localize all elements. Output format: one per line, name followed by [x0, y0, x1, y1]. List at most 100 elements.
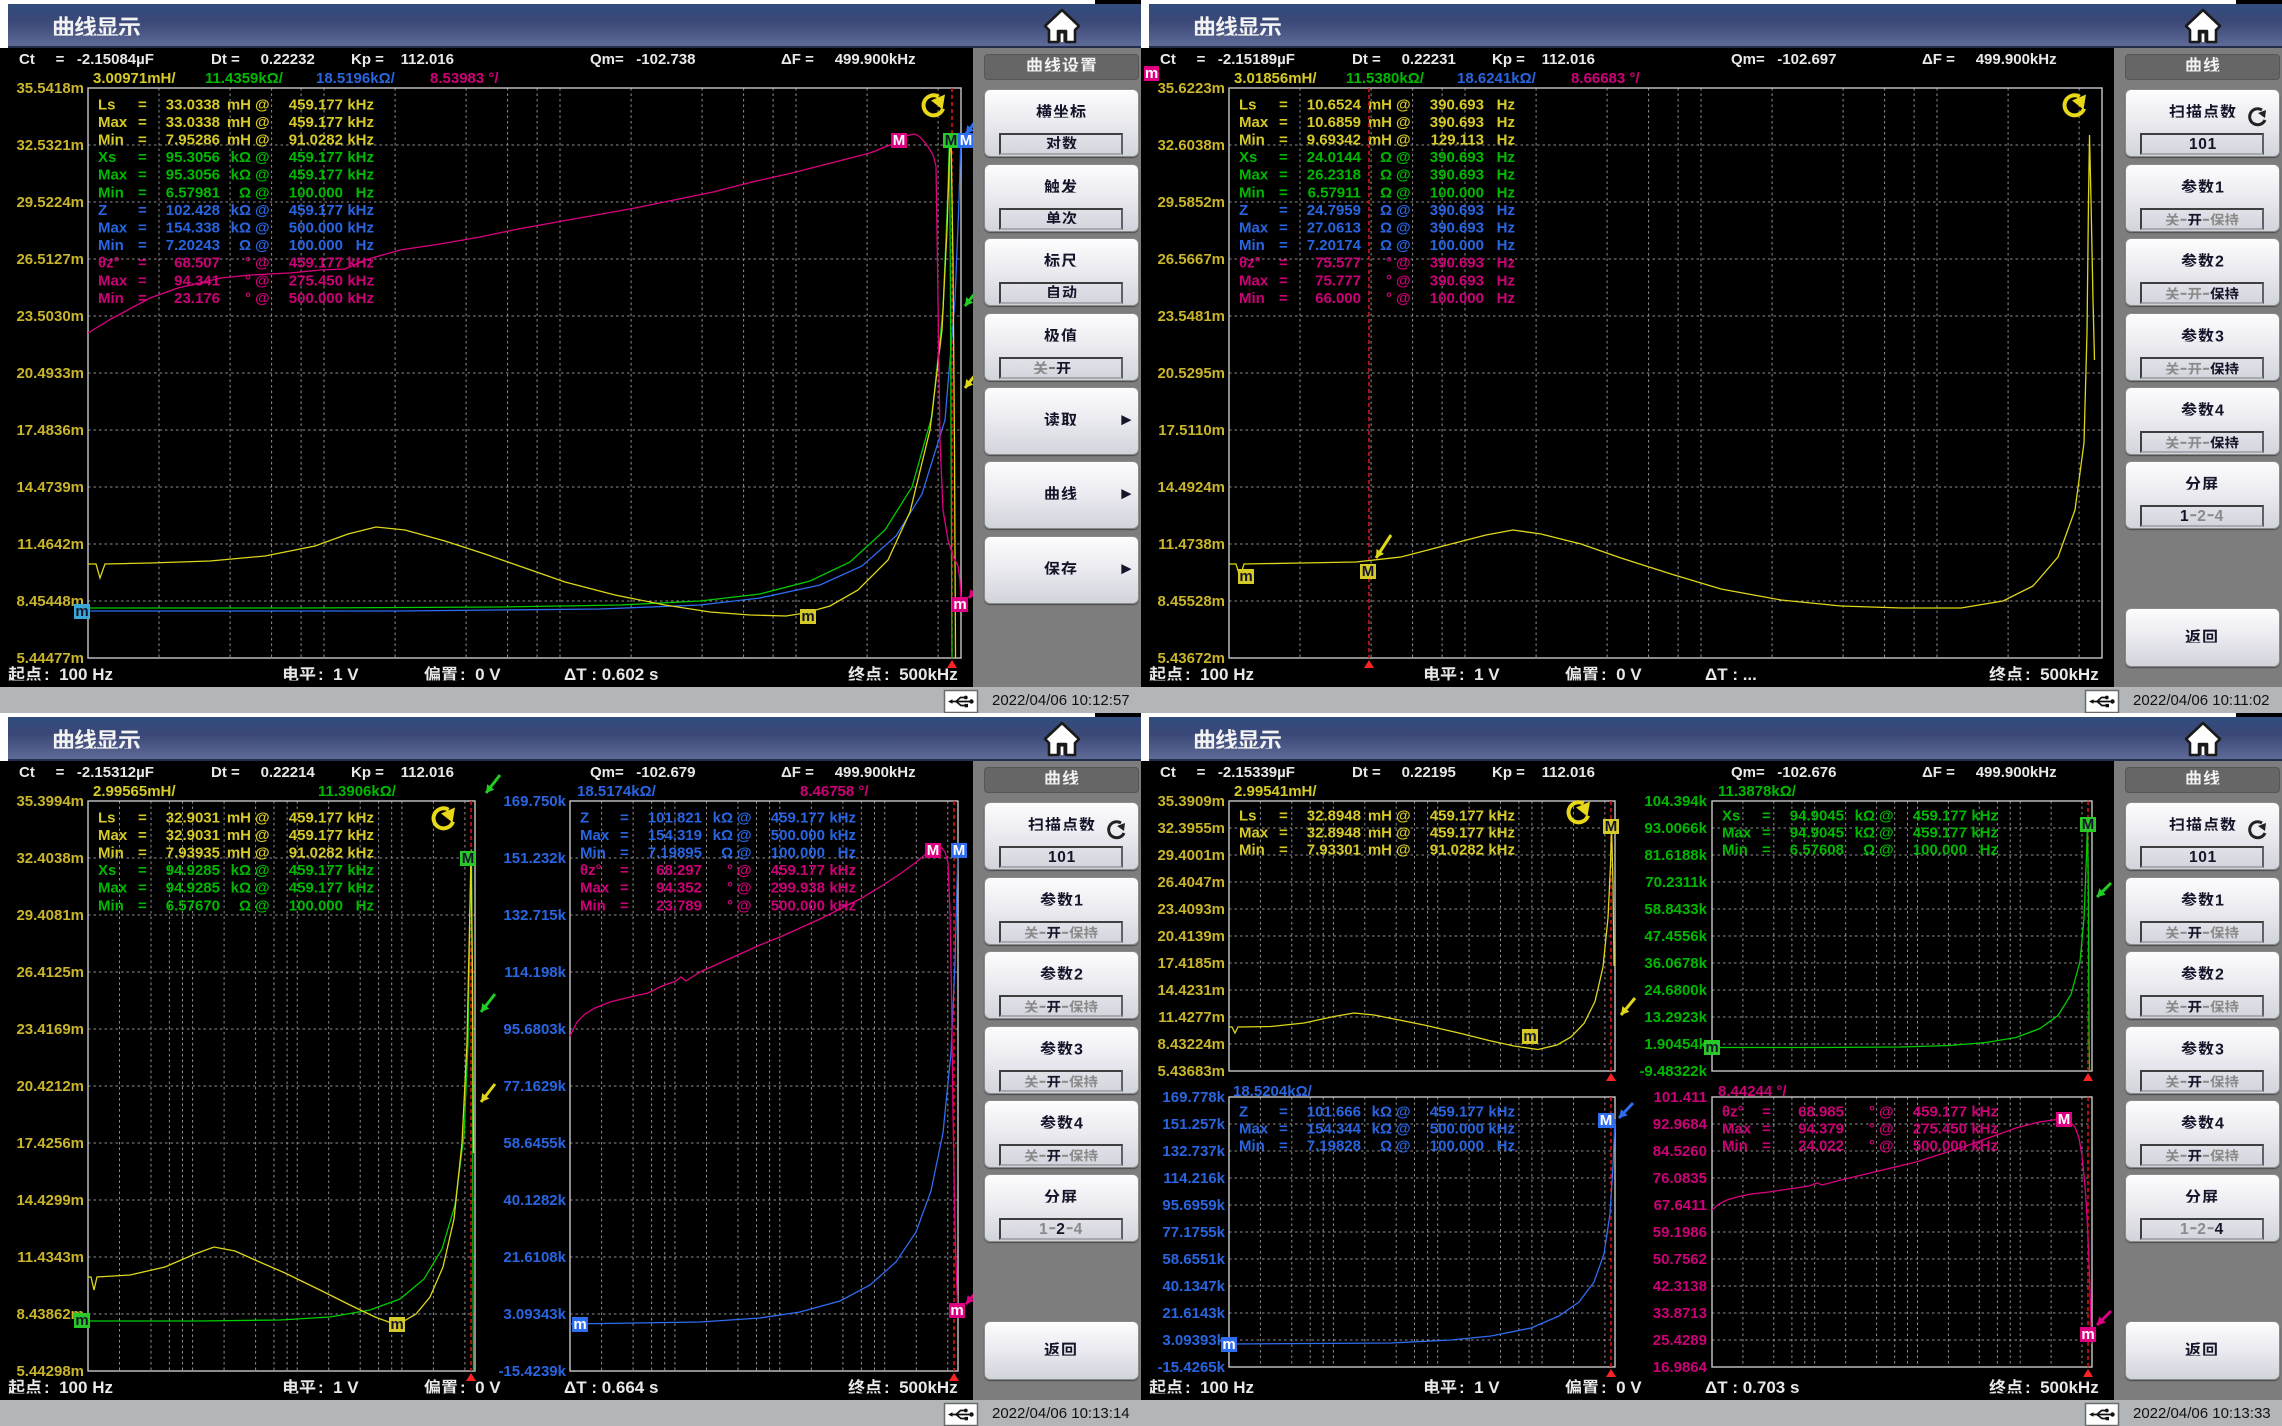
- svg-text:mH: mH: [1368, 132, 1392, 149]
- svg-text:mH: mH: [1368, 824, 1392, 841]
- svg-text:68.985: 68.985: [1798, 1103, 1844, 1120]
- svg-text:1.90454k: 1.90454k: [1644, 1036, 1707, 1053]
- svg-text:26.4125m: 26.4125m: [16, 964, 84, 981]
- svg-text:Max: Max: [1722, 824, 1752, 841]
- svg-text:Hz: Hz: [1980, 841, 1998, 858]
- svg-text:Ω: Ω: [239, 897, 251, 914]
- svg-text:151.257k: 151.257k: [1162, 1116, 1225, 1133]
- svg-text:=: =: [1279, 149, 1288, 166]
- svg-text:M: M: [1600, 1112, 1613, 1129]
- svg-text:@: @: [255, 845, 270, 862]
- svg-text:Z: Z: [580, 809, 589, 826]
- svg-text:24.022: 24.022: [1798, 1137, 1844, 1154]
- svg-text:77.1629k: 77.1629k: [503, 1078, 566, 1095]
- svg-text:154.344: 154.344: [1307, 1120, 1362, 1137]
- svg-text:@: @: [255, 96, 270, 113]
- svg-text:@: @: [1879, 807, 1894, 824]
- svg-text:26.5127m: 26.5127m: [16, 251, 84, 268]
- svg-text:=: =: [138, 149, 147, 166]
- svg-text:@: @: [255, 809, 270, 826]
- svg-text:8.43224m: 8.43224m: [1157, 1036, 1225, 1053]
- svg-text:@: @: [255, 237, 270, 254]
- svg-text:Hz: Hz: [1497, 255, 1515, 272]
- svg-text:kHz: kHz: [829, 862, 856, 879]
- svg-text:=: =: [138, 897, 147, 914]
- svg-text:Hz: Hz: [356, 237, 374, 254]
- svg-text:29.4081m: 29.4081m: [16, 907, 84, 924]
- svg-text:100.000: 100.000: [771, 845, 825, 862]
- svg-text:kHz: kHz: [347, 862, 374, 879]
- svg-text:Min: Min: [1239, 132, 1265, 149]
- svg-text:459.177: 459.177: [289, 202, 343, 219]
- svg-text:Xs: Xs: [98, 862, 116, 879]
- svg-text:@: @: [1396, 807, 1411, 824]
- svg-text:°: °: [727, 862, 733, 879]
- svg-text:27.0613: 27.0613: [1307, 220, 1361, 237]
- svg-text:m: m: [1523, 1028, 1536, 1045]
- svg-text:2: 2: [2215, 967, 2224, 984]
- svg-text:M: M: [2058, 1111, 2071, 1128]
- svg-text:kHz: kHz: [347, 202, 374, 219]
- svg-text:Hz: Hz: [1497, 237, 1515, 254]
- svg-text:2: 2: [2197, 1221, 2206, 1238]
- svg-text:@: @: [255, 132, 270, 149]
- svg-text:=: =: [138, 184, 147, 201]
- svg-text:11.4277m: 11.4277m: [1158, 1009, 1225, 1026]
- svg-text:-9.48322k: -9.48322k: [1639, 1063, 1707, 1080]
- svg-text:Max: Max: [580, 827, 610, 844]
- svg-text:Max: Max: [98, 167, 128, 184]
- svg-text:390.693: 390.693: [1430, 96, 1484, 113]
- svg-text:Max: Max: [98, 272, 128, 289]
- svg-text:°: °: [1869, 1120, 1875, 1137]
- svg-text:20.4139m: 20.4139m: [1157, 928, 1225, 945]
- svg-text:=: =: [138, 880, 147, 897]
- svg-text:@: @: [1879, 1120, 1894, 1137]
- svg-text:Ω: Ω: [1380, 237, 1392, 254]
- svg-text:Hz: Hz: [838, 845, 856, 862]
- svg-text:21.6143k: 21.6143k: [1162, 1305, 1225, 1322]
- svg-text:129.113: 129.113: [1431, 132, 1484, 149]
- svg-text:Ω: Ω: [239, 184, 251, 201]
- svg-text:=: =: [1279, 220, 1288, 237]
- svg-text:m: m: [390, 1316, 403, 1333]
- svg-text:kΩ: kΩ: [1855, 807, 1875, 824]
- svg-text:500.000: 500.000: [289, 220, 343, 237]
- svg-text:Hz: Hz: [1497, 167, 1515, 184]
- svg-text:kHz: kHz: [347, 827, 374, 844]
- svg-text:@: @: [255, 255, 270, 272]
- svg-text:mH: mH: [1368, 114, 1392, 131]
- svg-text:1: 1: [2208, 136, 2217, 153]
- svg-text:3: 3: [1074, 1042, 1083, 1059]
- svg-text:8.45528m: 8.45528m: [1157, 593, 1225, 610]
- svg-text:17.4256m: 17.4256m: [16, 1135, 84, 1152]
- svg-text:29.4001m: 29.4001m: [1157, 847, 1225, 864]
- svg-text:@: @: [1396, 202, 1411, 219]
- svg-text:1: 1: [1074, 893, 1083, 910]
- svg-text:459.177: 459.177: [289, 862, 343, 879]
- svg-text:Ls: Ls: [1239, 96, 1257, 113]
- svg-text:390.693: 390.693: [1430, 149, 1484, 166]
- svg-text:95.6803k: 95.6803k: [503, 1021, 566, 1038]
- svg-text:Max: Max: [580, 880, 610, 897]
- svg-text:114.216k: 114.216k: [1163, 1170, 1225, 1187]
- svg-text:Hz: Hz: [1497, 132, 1515, 149]
- svg-text:°: °: [245, 255, 251, 272]
- svg-text:kHz: kHz: [1488, 1120, 1515, 1137]
- svg-text:23.789: 23.789: [656, 897, 702, 914]
- svg-text:91.0282: 91.0282: [1430, 841, 1484, 858]
- svg-text:94.9045: 94.9045: [1790, 824, 1844, 841]
- svg-text:29.5852m: 29.5852m: [1157, 194, 1225, 211]
- svg-text:6.57981: 6.57981: [166, 184, 220, 201]
- svg-text:kHz: kHz: [347, 845, 374, 862]
- svg-text:1: 1: [2189, 849, 2198, 866]
- svg-text:m: m: [75, 603, 88, 620]
- svg-text:Min: Min: [1239, 184, 1265, 201]
- svg-text:95.6959k: 95.6959k: [1162, 1197, 1225, 1214]
- svg-text:459.177: 459.177: [289, 880, 343, 897]
- svg-text:Hz: Hz: [356, 184, 374, 201]
- svg-text:26.2318: 26.2318: [1307, 167, 1361, 184]
- svg-text:mH: mH: [227, 114, 251, 131]
- svg-text:=: =: [620, 880, 629, 897]
- svg-text:@: @: [1396, 132, 1411, 149]
- svg-text:100.000: 100.000: [1430, 237, 1484, 254]
